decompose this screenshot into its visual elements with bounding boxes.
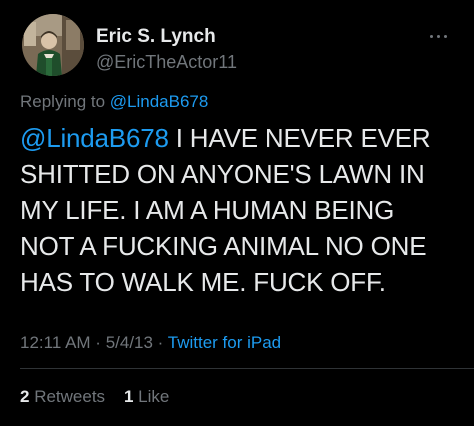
tweet-text: @LindaB678 I HAVE NEVER EVER SHITTED ON … — [20, 120, 460, 300]
dot — [444, 34, 447, 38]
tweet-source-link[interactable]: Twitter for iPad — [168, 333, 281, 352]
tweet-detail: Eric S. Lynch @EricTheActor11 Replying t… — [0, 0, 474, 426]
engagement-stats: 2 Retweets 1 Like — [20, 386, 169, 408]
avatar[interactable] — [22, 14, 84, 76]
tweet-meta: 12:11 AM · 5/4/13 · Twitter for iPad — [20, 332, 281, 354]
dot — [437, 34, 440, 38]
divider — [20, 368, 474, 369]
tweet-line: NOT A FUCKING ANIMAL NO ONE — [20, 231, 427, 261]
tweet-date[interactable]: 5/4/13 — [106, 333, 153, 352]
avatar-image — [22, 14, 84, 76]
meta-separator: · — [152, 333, 168, 352]
author-block: Eric S. Lynch @EricTheActor11 — [96, 26, 237, 73]
tweet-line: @LindaB678 I HAVE NEVER EVER — [20, 120, 460, 156]
retweets-label: Retweets — [29, 387, 106, 406]
tweet-line: MY LIFE. I AM A HUMAN BEING — [20, 195, 395, 225]
more-horizontal-icon[interactable] — [430, 30, 454, 42]
likes-stat[interactable]: 1 Like — [124, 387, 169, 406]
tweet-mention-link[interactable]: @LindaB678 — [20, 123, 169, 153]
tweet-time[interactable]: 12:11 AM — [20, 333, 91, 352]
replying-to: Replying to @LindaB678 — [20, 92, 208, 112]
author-display-name[interactable]: Eric S. Lynch — [96, 26, 237, 48]
author-handle[interactable]: @EricTheActor11 — [96, 51, 237, 73]
retweets-stat[interactable]: 2 Retweets — [20, 387, 105, 406]
tweet-line: HAS TO WALK ME. FUCK OFF. — [20, 267, 386, 297]
replying-to-mention-link[interactable]: @LindaB678 — [110, 92, 209, 111]
likes-label: Like — [133, 387, 170, 406]
tweet-line: SHITTED ON ANYONE'S LAWN IN — [20, 159, 425, 189]
dot — [430, 34, 433, 38]
tweet-line-text: I HAVE NEVER EVER — [168, 123, 431, 153]
replying-to-prefix: Replying to — [20, 92, 110, 111]
meta-separator: · — [90, 333, 106, 352]
